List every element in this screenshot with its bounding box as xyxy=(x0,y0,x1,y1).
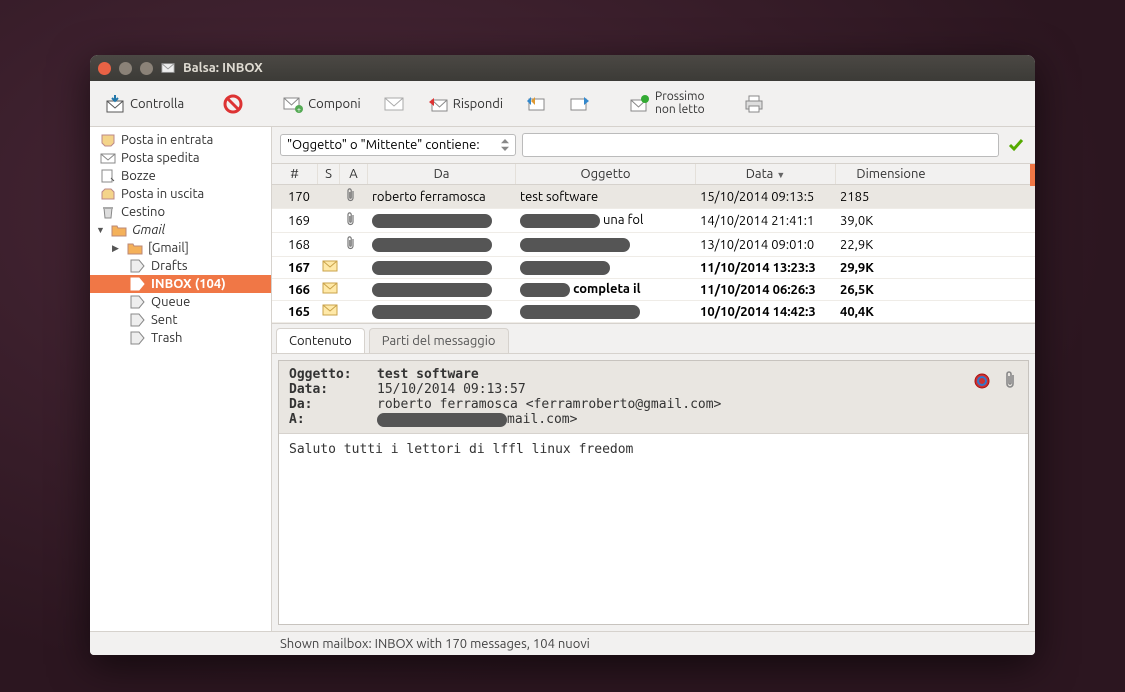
rispondi-button[interactable]: Rispondi xyxy=(421,90,509,118)
col-data[interactable]: Data▼ xyxy=(696,164,836,184)
folder-posta-spedita[interactable]: Posta spedita xyxy=(90,149,271,167)
message-row[interactable]: 168 13/10/2014 09:01:022,9K xyxy=(272,233,1035,257)
scroll-indicator[interactable] xyxy=(1030,164,1035,186)
folder-bozze[interactable]: Bozze xyxy=(90,167,271,185)
window-title: Balsa: INBOX xyxy=(183,61,263,75)
attachment-icon xyxy=(344,212,356,226)
app-icon xyxy=(161,61,175,75)
col-num[interactable]: # xyxy=(272,164,318,184)
filter-apply-button[interactable] xyxy=(1005,134,1027,156)
compose-icon: + xyxy=(282,94,304,114)
sort-desc-icon: ▼ xyxy=(776,170,785,180)
message-date: 15/10/2014 09:13:57 xyxy=(377,382,526,397)
forward-button[interactable] xyxy=(563,90,597,118)
tab-contenuto[interactable]: Contenuto xyxy=(276,328,365,353)
folder-icon xyxy=(127,241,143,255)
tag-icon xyxy=(130,295,146,309)
attachment-icon[interactable] xyxy=(1002,371,1018,391)
toolbar: Controlla + Componi Rispondi Prossimonon xyxy=(90,81,1035,127)
tag-icon xyxy=(130,259,146,273)
folder-gmail-root[interactable]: ▼ Gmail xyxy=(90,221,271,239)
attachment-icon xyxy=(344,236,356,250)
app-window: Balsa: INBOX Controlla + Componi Rispond… xyxy=(90,55,1035,655)
attachment-icon xyxy=(344,188,356,202)
expand-arrow-icon[interactable]: ▼ xyxy=(96,225,106,235)
componi-button[interactable]: + Componi xyxy=(276,90,367,118)
new-mail-icon xyxy=(322,282,338,294)
message-tabs: Contenuto Parti del messaggio xyxy=(272,324,1035,354)
next-unread-icon xyxy=(629,94,651,114)
folder-cestino[interactable]: Cestino xyxy=(90,203,271,221)
tag-icon xyxy=(130,331,146,345)
filter-search-input[interactable] xyxy=(522,133,999,157)
mail-button[interactable] xyxy=(377,90,411,118)
download-mail-icon xyxy=(104,94,126,114)
filter-bar: "Oggetto" o "Mittente" contiene: xyxy=(272,127,1035,164)
tab-parti[interactable]: Parti del messaggio xyxy=(369,328,509,353)
envelope-icon xyxy=(383,94,405,114)
folder-drafts[interactable]: Drafts xyxy=(90,257,271,275)
col-oggetto[interactable]: Oggetto xyxy=(516,164,696,184)
col-da[interactable]: Da xyxy=(368,164,516,184)
folder-inbox[interactable]: INBOX (104) xyxy=(90,275,271,293)
folder-tree[interactable]: Posta in entrata Posta spedita Bozze Pos… xyxy=(90,127,272,631)
folder-sent[interactable]: Sent xyxy=(90,311,271,329)
window-close-button[interactable] xyxy=(98,62,111,75)
status-bar: Shown mailbox: INBOX with 170 messages, … xyxy=(90,631,1035,655)
expand-arrow-icon[interactable]: ▶ xyxy=(112,243,122,254)
message-from: roberto ferramosca <ferramroberto@gmail.… xyxy=(377,397,721,412)
message-list[interactable]: # S A Da Oggetto Data▼ Dimensione 170rob… xyxy=(272,164,1035,324)
sent-icon xyxy=(100,151,116,165)
col-dimensione[interactable]: Dimensione xyxy=(836,164,946,184)
printer-icon xyxy=(743,94,765,114)
filter-field-combo[interactable]: "Oggetto" o "Mittente" contiene: xyxy=(280,134,516,156)
message-to: mail.com> xyxy=(377,412,577,427)
folder-queue[interactable]: Queue xyxy=(90,293,271,311)
message-header: Oggetto:test software Data:15/10/2014 09… xyxy=(279,361,1028,434)
prossimo-button[interactable]: Prossimonon letto xyxy=(623,87,711,120)
inbox-icon xyxy=(100,133,116,147)
seal-icon[interactable] xyxy=(972,371,992,391)
folder-posta-in-entrata[interactable]: Posta in entrata xyxy=(90,131,271,149)
forward-icon xyxy=(569,94,591,114)
message-body: Saluto tutti i lettori di lffl linux fre… xyxy=(279,434,1028,624)
drafts-icon xyxy=(100,169,116,183)
message-row[interactable]: 170roberto ferramoscatest software15/10/… xyxy=(272,185,1035,209)
col-attach[interactable]: A xyxy=(340,164,368,184)
controlla-button[interactable]: Controlla xyxy=(98,90,190,118)
reply-all-icon xyxy=(525,94,547,114)
message-row[interactable]: 167 11/10/2014 13:23:329,9K xyxy=(272,257,1035,279)
titlebar[interactable]: Balsa: INBOX xyxy=(90,55,1035,81)
status-text: Shown mailbox: INBOX with 170 messages, … xyxy=(280,637,590,651)
stop-icon xyxy=(222,94,244,114)
window-maximize-button[interactable] xyxy=(140,62,153,75)
message-row[interactable]: 166 completa il11/10/2014 06:26:326,5K xyxy=(272,279,1035,301)
new-mail-icon xyxy=(322,304,338,316)
tag-icon xyxy=(130,277,146,291)
new-mail-icon xyxy=(322,260,338,272)
message-row[interactable]: 165 10/10/2014 14:42:340,4K xyxy=(272,301,1035,323)
folder-trash[interactable]: Trash xyxy=(90,329,271,347)
trash-icon xyxy=(100,205,116,219)
message-row[interactable]: 169 una fol14/10/2014 21:41:139,0K xyxy=(272,209,1035,233)
message-view: Oggetto:test software Data:15/10/2014 09… xyxy=(278,360,1029,625)
tag-icon xyxy=(130,313,146,327)
message-subject: test software xyxy=(377,367,479,382)
reply-icon xyxy=(427,94,449,114)
stop-button[interactable] xyxy=(216,90,250,118)
message-list-header[interactable]: # S A Da Oggetto Data▼ Dimensione xyxy=(272,164,1035,185)
svg-text:+: + xyxy=(297,106,301,114)
folder-open-icon xyxy=(111,223,127,237)
check-icon xyxy=(1007,136,1025,154)
print-button[interactable] xyxy=(737,90,771,118)
col-status[interactable]: S xyxy=(318,164,340,184)
outbox-icon xyxy=(100,187,116,201)
folder-gmail-sub[interactable]: ▶ [Gmail] xyxy=(90,239,271,257)
reply-all-button[interactable] xyxy=(519,90,553,118)
window-minimize-button[interactable] xyxy=(119,62,132,75)
folder-posta-in-uscita[interactable]: Posta in uscita xyxy=(90,185,271,203)
